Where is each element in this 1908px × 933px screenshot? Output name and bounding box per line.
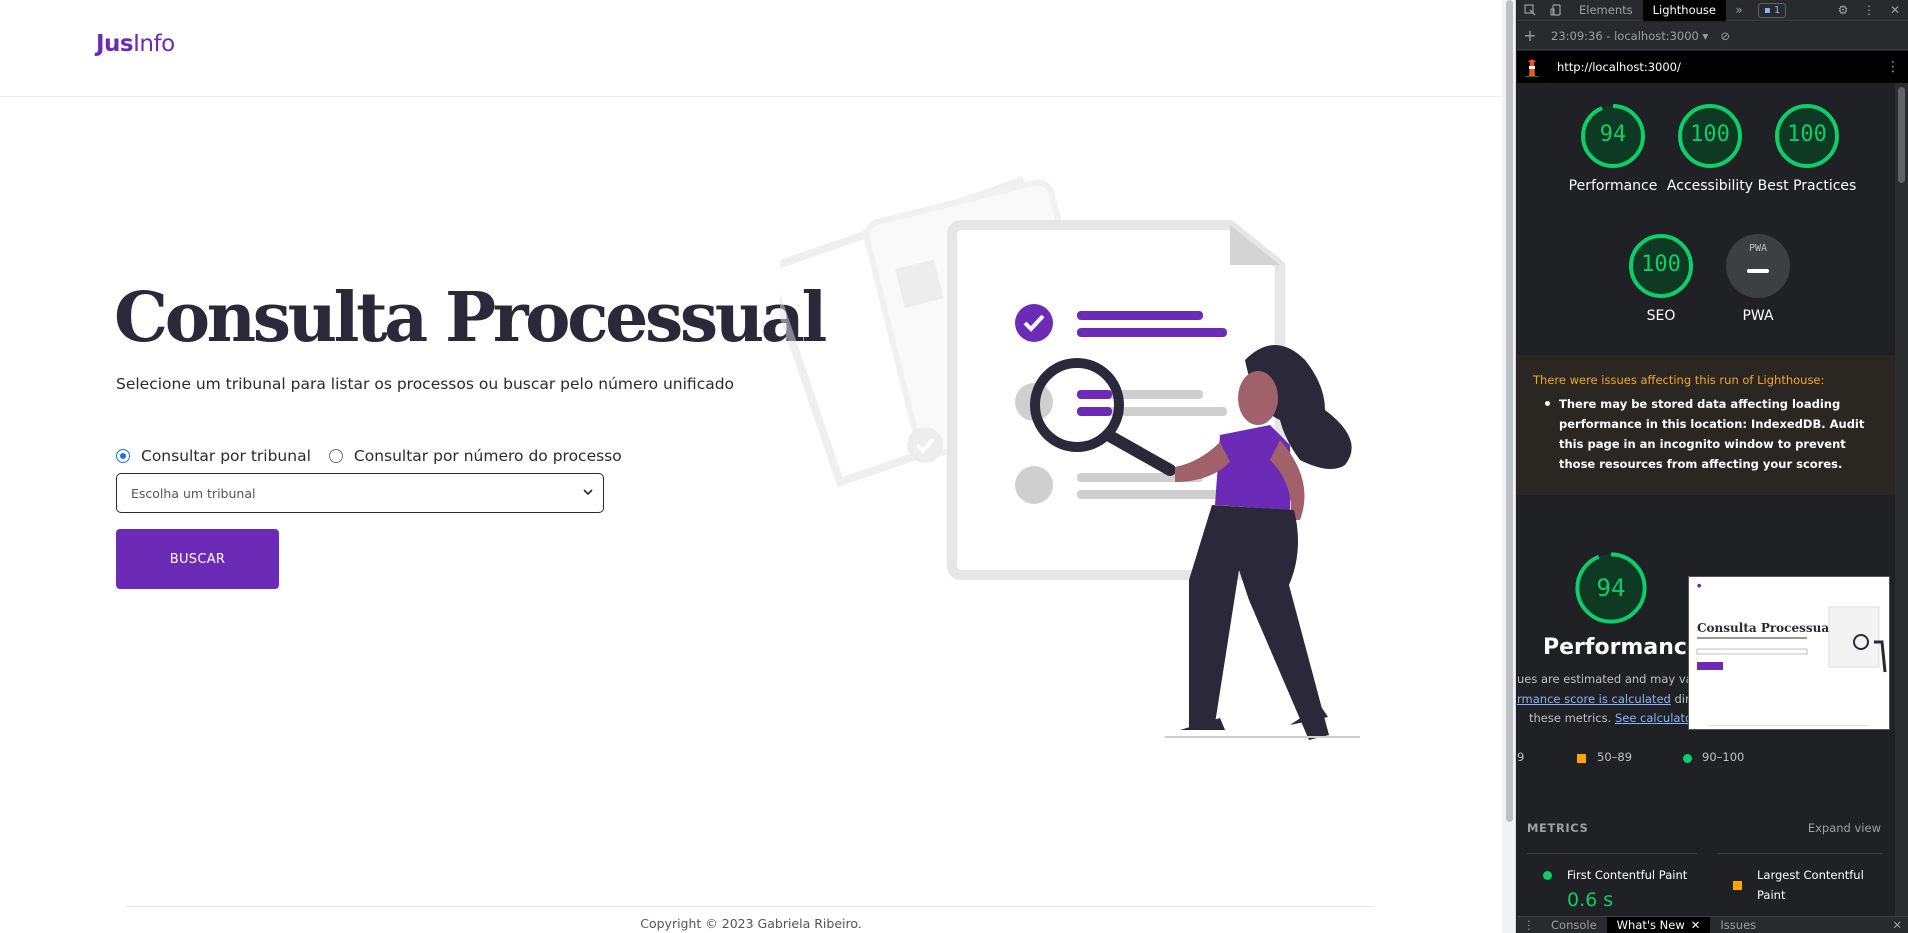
device-toolbar-icon[interactable] bbox=[1543, 0, 1569, 21]
report-session-select[interactable]: 23:09:36 - localhost:3000 ▾ bbox=[1551, 29, 1708, 43]
devtools-resize-handle[interactable] bbox=[1502, 0, 1516, 933]
tab-elements[interactable]: Elements bbox=[1569, 0, 1643, 21]
devtools-scrollbar-thumb[interactable] bbox=[1898, 87, 1905, 183]
court-select[interactable]: Escolha um tribunal bbox=[116, 473, 604, 513]
metric-divider bbox=[1717, 853, 1883, 854]
devtools-panel: Elements Lighthouse » ▪ 1 ⚙ ⋮ ✕ + 23:09:… bbox=[1502, 0, 1908, 933]
close-drawer-icon[interactable]: ✕ bbox=[1892, 918, 1902, 932]
new-report-icon[interactable]: + bbox=[1517, 26, 1543, 45]
calculator-link[interactable]: See calculato bbox=[1615, 711, 1692, 725]
legend-average-square bbox=[1577, 754, 1586, 763]
pwa-badge-text: PWA bbox=[1748, 243, 1768, 254]
close-icon[interactable]: ✕ bbox=[1882, 0, 1908, 21]
inspect-element-icon[interactable] bbox=[1517, 0, 1543, 21]
metric-status-good-icon bbox=[1543, 871, 1552, 880]
page-title: Consulta Processual bbox=[114, 278, 827, 358]
gauge-seo-value: 100 bbox=[1641, 252, 1681, 277]
report-kebab-icon[interactable]: ⋮ bbox=[1886, 59, 1900, 75]
audited-url: http://localhost:3000/ bbox=[1557, 60, 1681, 74]
drawer-tab-console[interactable]: Console bbox=[1541, 917, 1607, 933]
illustration-document-search bbox=[780, 176, 1360, 740]
devtools-scrollbar[interactable] bbox=[1895, 83, 1908, 916]
gauge-performance-value: 94 bbox=[1599, 122, 1627, 147]
devtools-tab-actions: ⚙ ⋮ ✕ bbox=[1830, 0, 1908, 21]
drawer-menu-icon[interactable]: ⋮ bbox=[1517, 918, 1541, 932]
tab-lighthouse[interactable]: Lighthouse bbox=[1642, 0, 1726, 21]
expand-view-button[interactable]: Expand view bbox=[1808, 821, 1881, 835]
metric-fcp-value: 0.6 s bbox=[1567, 889, 1614, 911]
drawer-tab-whats-new[interactable]: What's New ✕ bbox=[1606, 916, 1711, 933]
warning-item: There may be stored data affecting loadi… bbox=[1559, 397, 1865, 471]
lighthouse-icon bbox=[1525, 59, 1539, 77]
court-select-value: Escolha um tribunal bbox=[131, 485, 256, 501]
logo-bold-text: Jus bbox=[96, 31, 134, 57]
legend-good-dot bbox=[1683, 754, 1692, 763]
header-bar: JusInfo bbox=[0, 0, 1502, 97]
performance-heading: Performance bbox=[1543, 635, 1702, 660]
metric-fcp-name: First Contentful Paint bbox=[1567, 868, 1688, 882]
metric-lcp-name: Largest Contentful Paint bbox=[1757, 868, 1864, 902]
score-calc-link[interactable]: rmance score is calculated bbox=[1517, 692, 1671, 706]
radio-by-court-label[interactable]: Consultar por tribunal bbox=[141, 447, 311, 465]
site-logo[interactable]: JusInfo bbox=[96, 31, 175, 57]
page-subtitle: Selecione um tribunal para listar os pro… bbox=[116, 375, 735, 393]
devtools-drawer-tabs: ⋮ Console What's New ✕ Issues ✕ bbox=[1517, 916, 1908, 933]
radio-by-number[interactable] bbox=[328, 449, 343, 463]
metric-divider bbox=[1527, 853, 1697, 854]
lighthouse-toolbar: + 23:09:36 - localhost:3000 ▾ ⊘ bbox=[1517, 22, 1908, 50]
warning-bullet bbox=[1545, 401, 1550, 406]
devtools-inner: Elements Lighthouse » ▪ 1 ⚙ ⋮ ✕ + 23:09:… bbox=[1517, 0, 1908, 933]
calculator-note: these metrics. See calculato bbox=[1529, 711, 1692, 725]
svg-text:●: ● bbox=[1697, 583, 1702, 589]
drawer-tab-issues[interactable]: Issues bbox=[1710, 917, 1766, 933]
gauge-accessibility-value: 100 bbox=[1690, 122, 1730, 147]
legend-fail-range: 9 bbox=[1517, 750, 1525, 764]
warning-title: There were issues affecting this run of … bbox=[1533, 373, 1825, 387]
chevron-down-icon bbox=[583, 489, 593, 496]
more-tabs-icon[interactable]: » bbox=[1726, 0, 1752, 21]
screenshot-thumbnail-image: ● Consulta Processual bbox=[1696, 583, 1887, 726]
close-tab-icon[interactable]: ✕ bbox=[1691, 918, 1701, 932]
devtools-tab-bar: Elements Lighthouse » ▪ 1 ⚙ ⋮ ✕ bbox=[1517, 0, 1908, 21]
gauge-best-practices-value: 100 bbox=[1787, 122, 1827, 147]
drawer-tab-whats-new-label: What's New bbox=[1616, 917, 1685, 932]
logo-rest-text: Info bbox=[133, 31, 175, 57]
thumbnail-title-text: Consulta Processual bbox=[1697, 621, 1834, 635]
gauge-best-practices-label: Best Practices bbox=[1757, 178, 1857, 194]
issues-count: 1 bbox=[1773, 4, 1781, 16]
clear-reports-icon[interactable]: ⊘ bbox=[1720, 29, 1730, 43]
kebab-menu-icon[interactable]: ⋮ bbox=[1856, 0, 1882, 21]
estimate-note: ues are estimated and may vary. bbox=[1517, 672, 1707, 686]
metric-status-average-icon bbox=[1733, 881, 1742, 890]
score-calc-note: rmance score is calculated direc bbox=[1517, 692, 1703, 706]
legend-average-range: 50–89 bbox=[1597, 750, 1633, 764]
footer-divider bbox=[126, 906, 1374, 907]
radio-by-number-label[interactable]: Consultar por número do processo bbox=[354, 447, 622, 465]
gear-icon[interactable]: ⚙ bbox=[1830, 0, 1856, 21]
gauge-pwa-label: PWA bbox=[1742, 308, 1774, 324]
search-button[interactable]: BUSCAR bbox=[116, 529, 279, 589]
gauge-performance-label: Performance bbox=[1568, 178, 1658, 194]
final-screenshot-thumbnail[interactable]: ● Consulta Processual bbox=[1688, 576, 1890, 730]
page-scrollbar-thumb[interactable] bbox=[1506, 0, 1513, 822]
gauge-accessibility-label: Accessibility bbox=[1666, 178, 1754, 194]
gauge-performance-large-value: 94 bbox=[1596, 574, 1626, 602]
radio-by-court[interactable] bbox=[116, 449, 130, 463]
metrics-heading: METRICS bbox=[1527, 821, 1589, 835]
issues-badge[interactable]: ▪ 1 bbox=[1758, 2, 1787, 18]
lighthouse-report: 94 Performance 100 Accessibility 100 Bes… bbox=[1517, 83, 1895, 916]
score-legend: 9 50–89 90–100 bbox=[1517, 748, 1895, 768]
legend-good-range: 90–100 bbox=[1702, 750, 1745, 764]
search-mode-radio-group: Consultar por tribunal Consultar por núm… bbox=[116, 447, 640, 465]
footer-copyright: Copyright © 2023 Gabriela Ribeiro. bbox=[640, 916, 862, 931]
lighthouse-url-bar: http://localhost:3000/ ⋮ bbox=[1517, 51, 1908, 83]
gauge-seo-label: SEO bbox=[1646, 308, 1676, 324]
report-session-label: 23:09:36 - localhost:3000 bbox=[1551, 28, 1699, 43]
web-page: JusInfo Consulta Processual Selecione um… bbox=[0, 0, 1502, 933]
calculator-note-text: these metrics. bbox=[1529, 711, 1612, 725]
